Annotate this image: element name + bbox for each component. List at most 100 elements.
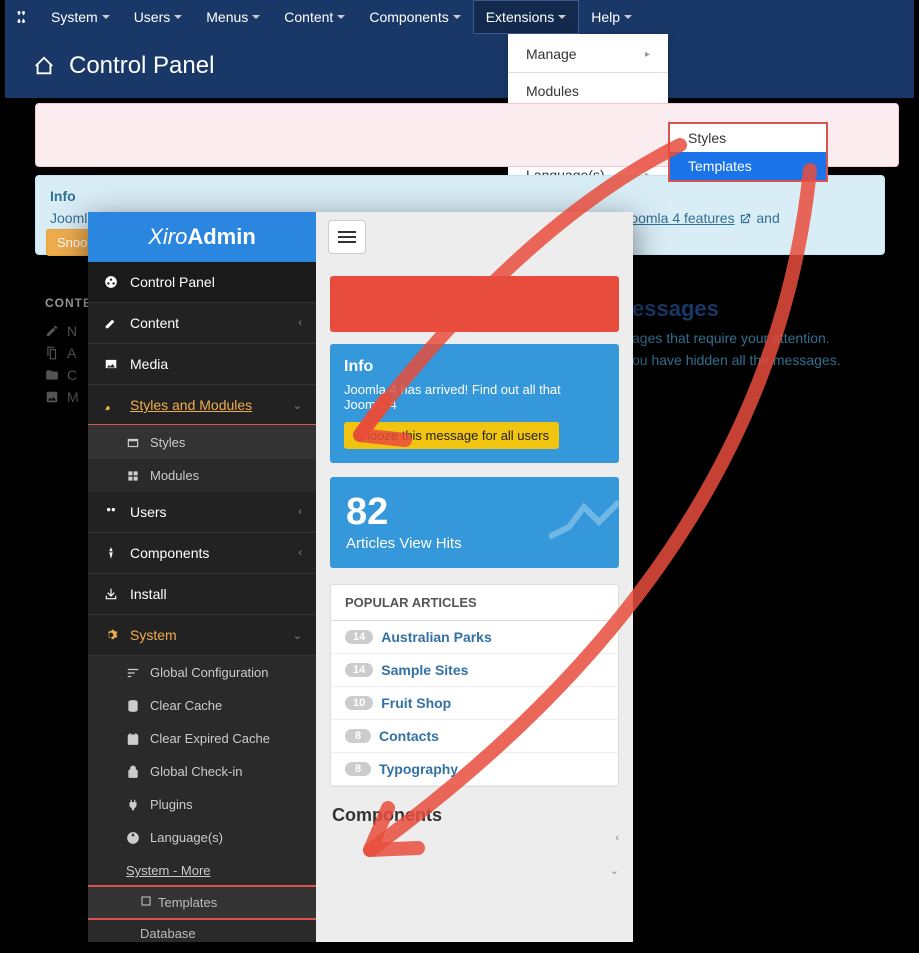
features-link[interactable]: Joomla 4 features bbox=[623, 210, 734, 226]
messages-panel: essages ages that require your attention… bbox=[632, 296, 892, 374]
xiro-burger-area bbox=[316, 212, 633, 262]
article-row[interactable]: 14 Australian Parks bbox=[331, 621, 618, 654]
sidebar-database[interactable]: Database bbox=[88, 918, 316, 942]
menu-menus[interactable]: Menus bbox=[194, 0, 272, 34]
rocket-icon bbox=[104, 546, 118, 560]
sidebar-system[interactable]: System⌄ bbox=[88, 615, 316, 656]
sidebar-components[interactable]: Components‹ bbox=[88, 533, 316, 574]
template-icon bbox=[140, 895, 152, 907]
separator bbox=[508, 72, 668, 73]
grid-icon bbox=[126, 469, 140, 483]
window-icon bbox=[126, 436, 140, 450]
menu-help[interactable]: Help bbox=[579, 0, 644, 34]
xiro-main: Info Joomla 4 has arrived! Find out all … bbox=[316, 262, 633, 942]
menu-extensions[interactable]: Extensions bbox=[473, 0, 579, 34]
caret-icon bbox=[558, 15, 566, 19]
article-link[interactable]: Contacts bbox=[379, 728, 439, 744]
brush-icon bbox=[104, 398, 118, 412]
copy-icon bbox=[45, 346, 59, 360]
sidebar-content[interactable]: Content‹ bbox=[88, 303, 316, 344]
article-row[interactable]: 10 Fruit Shop bbox=[331, 687, 618, 720]
sidebar-global-checkin[interactable]: Global Check-in bbox=[88, 755, 316, 788]
sidebar-install[interactable]: Install bbox=[88, 574, 316, 615]
sidebar-templates[interactable]: Templates bbox=[88, 885, 316, 920]
sub-templates[interactable]: Templates bbox=[670, 152, 826, 180]
xiro-sidebar: Control Panel Content‹ Media Styles and … bbox=[88, 262, 316, 942]
image-icon bbox=[104, 357, 118, 371]
article-row[interactable]: 8 Typography bbox=[331, 753, 618, 786]
messages-line1: ages that require your attention. bbox=[632, 330, 892, 346]
language-icon bbox=[126, 831, 140, 845]
messages-heading: essages bbox=[632, 296, 892, 322]
chevron-down-icon: ⌄ bbox=[293, 399, 302, 412]
menu-components[interactable]: Components bbox=[357, 0, 472, 34]
lock-icon bbox=[126, 765, 140, 779]
count-badge: 14 bbox=[345, 630, 373, 644]
sidebar-media[interactable]: Media bbox=[88, 344, 316, 385]
sliders-icon bbox=[126, 666, 140, 680]
plug-icon bbox=[126, 798, 140, 812]
folder-icon bbox=[45, 368, 59, 382]
alert-block bbox=[330, 276, 619, 332]
hamburger-button[interactable] bbox=[328, 220, 366, 254]
caret-icon bbox=[337, 15, 345, 19]
sidebar-clear-cache[interactable]: Clear Cache bbox=[88, 689, 316, 722]
edit-icon bbox=[104, 316, 118, 330]
popular-articles-box: POPULAR ARTICLES 14 Australian Parks 14Sa… bbox=[330, 584, 619, 787]
external-link-icon bbox=[738, 212, 752, 226]
snooze-all-button[interactable]: Snooze this message for all users bbox=[344, 422, 559, 449]
dd-modules[interactable]: Modules bbox=[508, 77, 668, 105]
sidebar-control-panel[interactable]: Control Panel bbox=[88, 262, 316, 303]
xiroadmin-panel: XiroAdmin Control Panel Content‹ Media S… bbox=[88, 212, 633, 942]
messages-line2: ou have hidden all the messages. bbox=[632, 352, 892, 368]
database-icon bbox=[126, 699, 140, 713]
sidebar-modules[interactable]: Modules bbox=[88, 459, 316, 492]
page-title: Control Panel bbox=[69, 52, 214, 80]
components-heading: Components bbox=[330, 787, 619, 830]
article-row[interactable]: 14Sample Sites bbox=[331, 654, 618, 687]
article-link[interactable]: Sample Sites bbox=[381, 662, 468, 678]
home-icon bbox=[33, 55, 55, 77]
sidebar-global-config[interactable]: Global Configuration bbox=[88, 656, 316, 689]
sidebar-languages[interactable]: Language(s)‹ bbox=[88, 821, 316, 854]
menu-content[interactable]: Content bbox=[272, 0, 357, 34]
article-link[interactable]: Australian Parks bbox=[381, 629, 492, 645]
count-badge: 8 bbox=[345, 762, 371, 776]
gear-icon bbox=[104, 628, 118, 642]
menu-system[interactable]: System bbox=[39, 0, 122, 34]
count-badge: 10 bbox=[345, 696, 373, 710]
info-card: Info Joomla 4 has arrived! Find out all … bbox=[330, 344, 619, 463]
caret-icon bbox=[102, 15, 110, 19]
sidebar-clear-expired[interactable]: Clear Expired Cache bbox=[88, 722, 316, 755]
xiro-logo[interactable]: XiroAdmin bbox=[88, 212, 316, 262]
sidebar-plugins[interactable]: Plugins bbox=[88, 788, 316, 821]
chevron-left-icon: ‹ bbox=[298, 317, 302, 329]
stat-card[interactable]: 82 Articles View Hits bbox=[330, 477, 619, 568]
joomla-top-bar: System Users Menus Content Components Ex… bbox=[5, 0, 914, 34]
caret-icon bbox=[624, 15, 632, 19]
count-badge: 8 bbox=[345, 729, 371, 743]
article-link[interactable]: Fruit Shop bbox=[381, 695, 451, 711]
title-row: Control Panel bbox=[5, 34, 914, 98]
popular-heading: POPULAR ARTICLES bbox=[331, 585, 618, 621]
joomla-menu: System Users Menus Content Components Ex… bbox=[39, 0, 644, 34]
caret-icon bbox=[174, 15, 182, 19]
sidebar-system-more[interactable]: System - More⌄ bbox=[88, 854, 316, 887]
dd-manage[interactable]: Manage bbox=[508, 40, 668, 68]
templates-submenu: Styles Templates bbox=[668, 122, 828, 182]
image-icon bbox=[45, 390, 59, 404]
dashboard-icon bbox=[104, 275, 118, 289]
joomla-logo-icon[interactable] bbox=[5, 0, 39, 34]
caret-icon bbox=[252, 15, 260, 19]
sub-styles[interactable]: Styles bbox=[670, 124, 826, 152]
article-row[interactable]: 8 Contacts bbox=[331, 720, 618, 753]
sidebar-styles[interactable]: Styles bbox=[88, 424, 316, 461]
pencil-icon bbox=[45, 324, 59, 338]
sidebar-styles-modules[interactable]: Styles and Modules⌄ bbox=[88, 385, 316, 426]
sidebar-users[interactable]: Users‹ bbox=[88, 492, 316, 533]
chevron-down-icon: ⌄ bbox=[293, 629, 302, 642]
caret-icon bbox=[453, 15, 461, 19]
article-link[interactable]: Typography bbox=[379, 761, 458, 777]
menu-users[interactable]: Users bbox=[122, 0, 195, 34]
info-card-heading: Info bbox=[344, 358, 605, 376]
